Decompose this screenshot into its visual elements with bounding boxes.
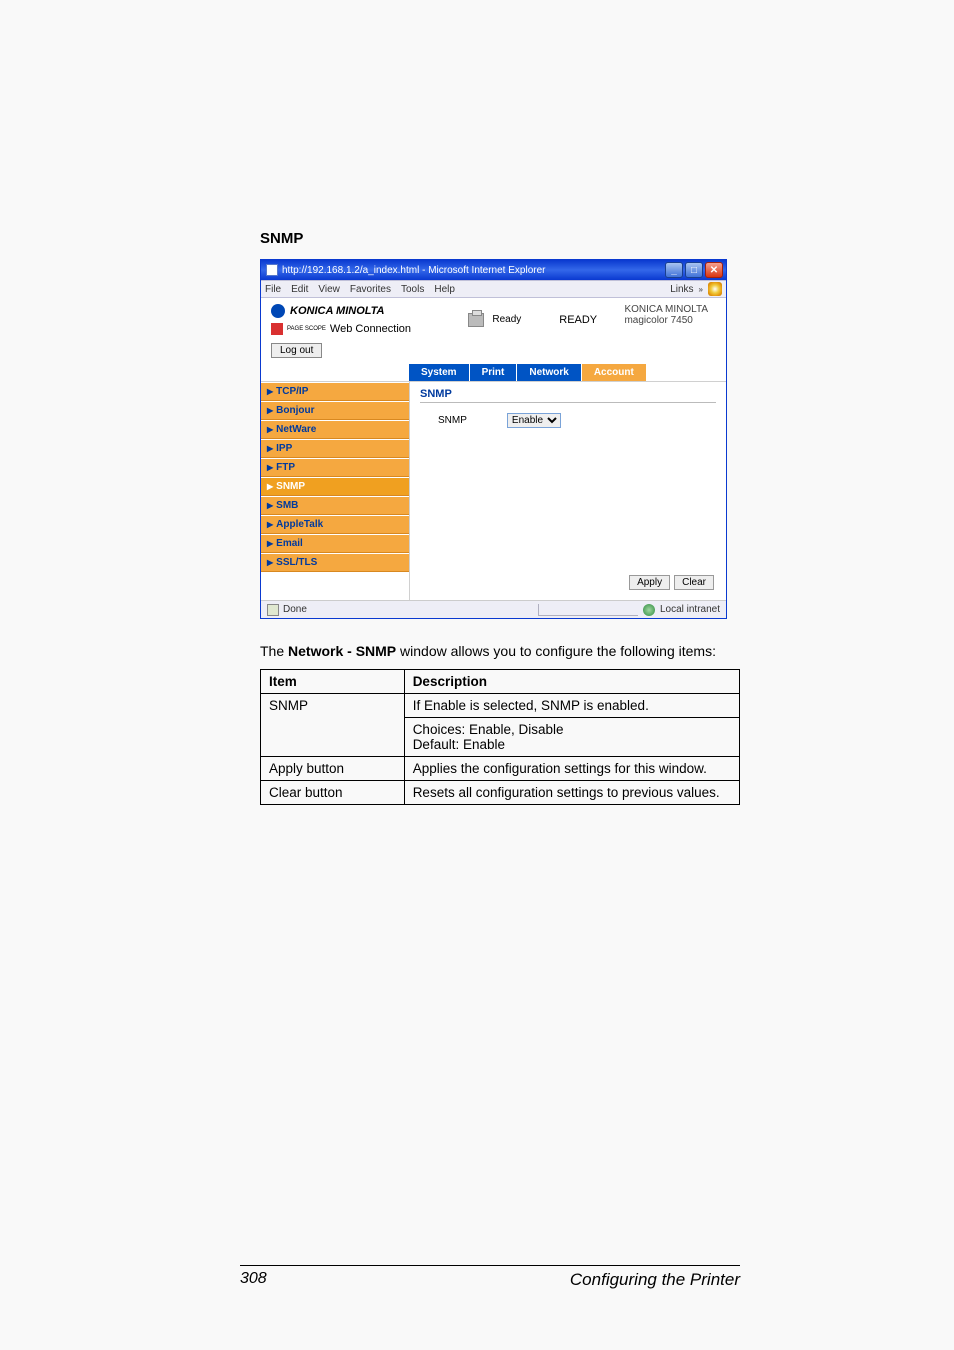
sidebar-label: Email [276, 538, 303, 549]
status-label: READY [559, 314, 597, 326]
konica-minolta-logo-icon [271, 304, 285, 318]
triangle-right-icon: ▶ [267, 520, 273, 529]
section-heading: SNMP [260, 230, 740, 247]
triangle-right-icon: ▶ [267, 444, 273, 453]
sidebar-item-bonjour[interactable]: ▶Bonjour [261, 401, 409, 420]
sidebar-item-ftp[interactable]: ▶FTP [261, 458, 409, 477]
status-zone: Local intranet [660, 604, 720, 615]
sidebar-item-ssltls[interactable]: ▶SSL/TLS [261, 553, 409, 572]
sidebar-label: FTP [276, 462, 295, 473]
device-brand: KONICA MINOLTA [624, 304, 708, 315]
ie-window-screenshot: http://192.168.1.2/a_index.html - Micros… [260, 259, 727, 619]
sidebar-label: SNMP [276, 481, 305, 492]
cell-item: Clear button [261, 781, 405, 805]
ie-app-icon [266, 264, 278, 276]
sidebar: ▶TCP/IP ▶Bonjour ▶NetWare ▶IPP ▶FTP ▶SNM… [261, 382, 409, 619]
page-number: 308 [240, 1270, 267, 1290]
menu-favorites[interactable]: Favorites [350, 284, 391, 295]
triangle-right-icon: ▶ [267, 425, 273, 434]
table-row: Apply button Applies the configuration s… [261, 757, 740, 781]
sidebar-label: Bonjour [276, 405, 314, 416]
sidebar-item-netware[interactable]: ▶NetWare [261, 420, 409, 439]
web-connection-label: Web Connection [330, 323, 411, 335]
sidebar-label: NetWare [276, 424, 316, 435]
main-tabs: System Print Network Account [409, 364, 726, 381]
triangle-right-icon: ▶ [267, 482, 273, 491]
ie-menubar: File Edit View Favorites Tools Help Link… [261, 280, 726, 298]
tab-print[interactable]: Print [470, 364, 518, 381]
pagescope-prefix: PAGE SCOPE [287, 326, 326, 332]
cell-desc: Resets all configuration settings to pre… [404, 781, 739, 805]
done-icon [267, 604, 279, 616]
tab-system[interactable]: System [409, 364, 470, 381]
sidebar-label: AppleTalk [276, 519, 323, 530]
sidebar-label: SSL/TLS [276, 557, 317, 568]
brand-text: KONICA MINOLTA [290, 305, 385, 317]
sidebar-label: IPP [276, 443, 292, 454]
tab-account[interactable]: Account [582, 364, 647, 381]
sidebar-item-ipp[interactable]: ▶IPP [261, 439, 409, 458]
window-title: http://192.168.1.2/a_index.html - Micros… [282, 265, 545, 276]
triangle-right-icon: ▶ [267, 558, 273, 567]
minimize-button[interactable]: _ [665, 262, 683, 278]
table-header-item: Item [261, 670, 405, 694]
apply-button[interactable]: Apply [629, 575, 670, 590]
sidebar-item-appletalk[interactable]: ▶AppleTalk [261, 515, 409, 534]
ie-titlebar: http://192.168.1.2/a_index.html - Micros… [261, 260, 726, 280]
status-ready: Ready [492, 314, 521, 325]
sidebar-item-snmp[interactable]: ▶SNMP [261, 477, 409, 496]
chevron-right-icon: » [699, 285, 703, 294]
ie-throbber-icon [708, 282, 722, 296]
form-label-snmp: SNMP [438, 415, 467, 426]
triangle-right-icon: ▶ [267, 406, 273, 415]
cell-item: Apply button [261, 757, 405, 781]
intranet-zone-icon [643, 604, 655, 616]
close-button[interactable]: ✕ [705, 262, 723, 278]
sidebar-item-smb[interactable]: ▶SMB [261, 496, 409, 515]
footer-title: Configuring the Printer [570, 1270, 740, 1290]
cell-item: SNMP [261, 694, 405, 757]
cell-desc: Choices: Enable, Disable Default: Enable [404, 718, 739, 757]
cell-desc: Applies the configuration settings for t… [404, 757, 739, 781]
table-row: SNMP If Enable is selected, SNMP is enab… [261, 694, 740, 718]
triangle-right-icon: ▶ [267, 387, 273, 396]
device-model: magicolor 7450 [624, 315, 708, 326]
snmp-select[interactable]: Enable [507, 413, 561, 428]
triangle-right-icon: ▶ [267, 501, 273, 510]
triangle-right-icon: ▶ [267, 463, 273, 472]
page-footer: 308 Configuring the Printer [240, 1265, 740, 1290]
menu-help[interactable]: Help [434, 284, 455, 295]
sidebar-label: SMB [276, 500, 298, 511]
pane-heading: SNMP [420, 388, 716, 400]
cell-desc: If Enable is selected, SNMP is enabled. [404, 694, 739, 718]
menu-edit[interactable]: Edit [291, 284, 308, 295]
printer-icon [468, 313, 484, 327]
description-table: Item Description SNMP If Enable is selec… [260, 669, 740, 805]
maximize-button[interactable]: □ [685, 262, 703, 278]
table-row: Clear button Resets all configuration se… [261, 781, 740, 805]
menu-tools[interactable]: Tools [401, 284, 424, 295]
sidebar-item-tcpip[interactable]: ▶TCP/IP [261, 382, 409, 401]
sidebar-label: TCP/IP [276, 386, 308, 397]
sidebar-item-email[interactable]: ▶Email [261, 534, 409, 553]
logout-button[interactable]: Log out [271, 343, 322, 358]
menu-file[interactable]: File [265, 284, 281, 295]
status-done: Done [283, 604, 307, 615]
tab-network[interactable]: Network [517, 364, 581, 381]
triangle-right-icon: ▶ [267, 539, 273, 548]
pagescope-icon [271, 323, 283, 335]
description-intro: The Network - SNMP window allows you to … [260, 643, 740, 659]
clear-button[interactable]: Clear [674, 575, 714, 590]
table-header-description: Description [404, 670, 739, 694]
menu-view[interactable]: View [318, 284, 340, 295]
links-label[interactable]: Links [670, 284, 693, 295]
status-bar: Done Local intranet [261, 600, 726, 618]
status-progress-area [538, 604, 638, 616]
